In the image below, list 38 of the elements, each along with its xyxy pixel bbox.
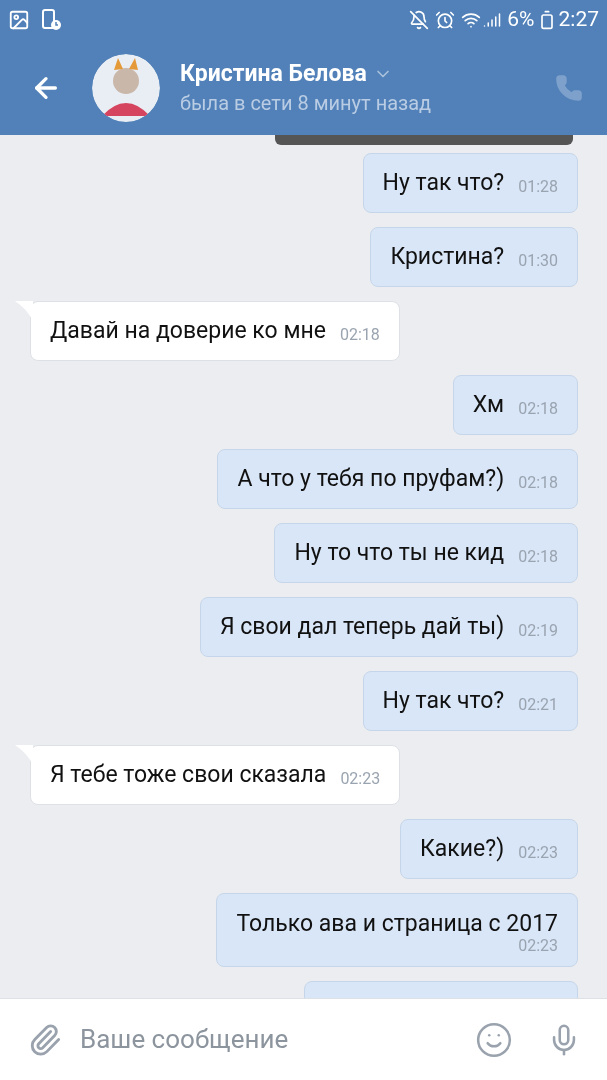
message-text: Хм (472, 391, 505, 419)
gallery-icon (8, 9, 30, 31)
clock-time: 2:27 (558, 6, 599, 34)
message-text: Кристина? (390, 243, 505, 271)
message-text: А что у тебя по пруфам?) (237, 465, 505, 493)
message-input[interactable]: Ваше сообщение (80, 1020, 465, 1059)
emoji-button[interactable] (475, 1020, 513, 1059)
message-time: 02:21 (518, 697, 558, 713)
alarm-icon (435, 10, 456, 30)
message-text: Только ава и страница с 2017 (236, 910, 558, 938)
message-time: 02:23 (518, 938, 558, 954)
message-time: 02:18 (339, 327, 380, 343)
mute-icon (409, 10, 430, 30)
battery-percent: 6% (507, 6, 535, 34)
wifi-icon (461, 10, 482, 30)
message-time: 02:18 (518, 475, 558, 491)
call-button[interactable] (555, 73, 583, 102)
last-seen-status: была в сети 8 минут назад (180, 89, 432, 117)
message-time: 02:23 (340, 771, 381, 787)
message-text: Ну то что ты не кид (294, 539, 505, 567)
message-time: 02:23 (518, 845, 558, 861)
attach-button[interactable] (28, 1022, 62, 1057)
signal-icon (483, 11, 502, 29)
message-text: Я свои дал теперь дай ты) (219, 613, 505, 641)
message-text: Какие?) (420, 835, 505, 863)
message-text: Ну так что? (382, 169, 505, 197)
message-text: Давай на доверие ко мне (50, 317, 326, 345)
tablet-clock-icon (42, 9, 62, 31)
avatar[interactable] (92, 53, 160, 122)
message-time: 01:30 (518, 253, 558, 269)
contact-name[interactable]: Кристина Белова (180, 58, 367, 89)
message-time: 02:18 (518, 401, 558, 417)
message-text: Я тебе тоже свои сказала (50, 761, 327, 789)
message-time: 01:28 (518, 179, 558, 195)
message-text: Ну так что? (382, 687, 505, 715)
message-composer[interactable]: Ваше сообщение (0, 998, 607, 1080)
message-time: 02:19 (518, 623, 558, 639)
message-time: 02:18 (518, 549, 558, 565)
